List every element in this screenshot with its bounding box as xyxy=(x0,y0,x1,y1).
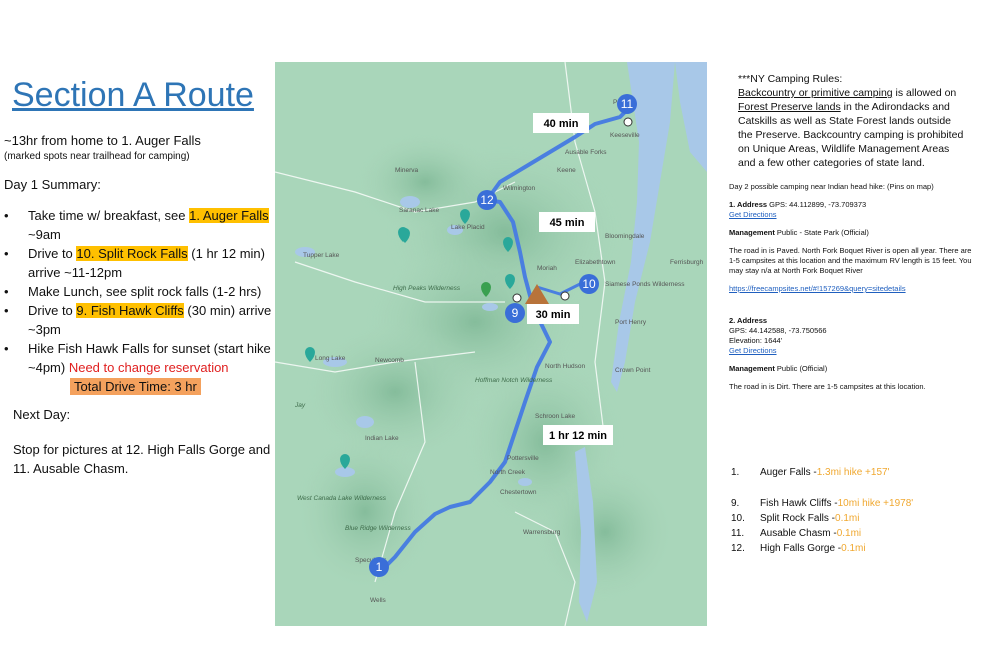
hike-item: 10. Split Rock Falls - 0.1mi xyxy=(731,513,860,524)
svg-text:Blue Ridge Wilderness: Blue Ridge Wilderness xyxy=(345,525,411,532)
svg-text:Lake Placid: Lake Placid xyxy=(451,224,485,231)
time-label-45min: 45 min xyxy=(539,212,595,232)
svg-text:Schroon Lake: Schroon Lake xyxy=(535,413,575,420)
road-info-2: The road in is Dirt. There are 1-5 camps… xyxy=(729,382,926,391)
get-directions-link-1[interactable]: Get Directions xyxy=(729,210,777,219)
camping-rules: ***NY Camping Rules: Backcountry or prim… xyxy=(738,72,968,170)
svg-text:Warrensburg: Warrensburg xyxy=(523,529,561,536)
svg-text:Keene: Keene xyxy=(557,167,576,174)
camping-note: (marked spots near trailhead for camping… xyxy=(4,151,190,162)
management-2: Management Public (Official) xyxy=(729,364,828,373)
svg-text:Saranac Lake: Saranac Lake xyxy=(399,207,439,214)
svg-text:1: 1 xyxy=(376,560,383,574)
pin-12[interactable]: 12 xyxy=(477,190,497,210)
svg-text:Hoffman Notch Wilderness: Hoffman Notch Wilderness xyxy=(475,377,553,384)
svg-text:North Hudson: North Hudson xyxy=(545,363,585,370)
svg-text:10: 10 xyxy=(582,277,596,291)
time-label-30min: 30 min xyxy=(527,304,579,324)
svg-text:West Canada Lake Wilderness: West Canada Lake Wilderness xyxy=(297,495,387,502)
forest-preserve-link[interactable]: Forest Preserve lands xyxy=(738,101,841,113)
poi-icon[interactable] xyxy=(560,291,570,301)
svg-text:Indian Lake: Indian Lake xyxy=(365,435,399,442)
next-day-text: Stop for pictures at 12. High Falls Gorg… xyxy=(13,442,271,476)
time-label-40min: 40 min xyxy=(533,113,589,133)
highlight-auger-falls: 1. Auger Falls xyxy=(189,208,269,223)
time-label-1hr12min: 1 hr 12 min xyxy=(543,425,613,445)
page-title: Section A Route xyxy=(12,76,254,114)
svg-text:Pottersville: Pottersville xyxy=(507,455,539,462)
svg-text:North Creek: North Creek xyxy=(490,469,526,476)
svg-text:Keeseville: Keeseville xyxy=(610,132,640,139)
pin-11[interactable]: 11 xyxy=(617,94,637,114)
poi-icon[interactable] xyxy=(512,293,522,303)
road-info-1: The road in is Paved. North Fork Boquet … xyxy=(729,246,972,275)
day2-camping-info: Day 2 possible camping near Indian head … xyxy=(729,182,974,400)
svg-text:Ferrisburgh: Ferrisburgh xyxy=(670,259,704,266)
poi-icon[interactable] xyxy=(623,117,633,127)
svg-text:45 min: 45 min xyxy=(550,217,585,229)
svg-text:Minerva: Minerva xyxy=(395,167,419,174)
svg-text:40 min: 40 min xyxy=(544,118,579,130)
bullet-item: Make Lunch, see split rock falls (1-2 hr… xyxy=(4,282,274,301)
summary-heading: Day 1 Summary: xyxy=(4,177,101,192)
svg-text:12: 12 xyxy=(480,193,494,207)
svg-text:Newcomb: Newcomb xyxy=(375,357,404,364)
svg-text:Ausable Forks: Ausable Forks xyxy=(565,149,607,156)
pin-1[interactable]: 1 xyxy=(369,557,389,577)
svg-text:High Peaks Wilderness: High Peaks Wilderness xyxy=(393,285,461,292)
hike-item: 1. Auger Falls - 1.3mi hike +157' xyxy=(731,467,890,478)
rules-header: ***NY Camping Rules: xyxy=(738,73,843,85)
day1-bullet-list: Take time w/ breakfast, see 1. Auger Fal… xyxy=(4,206,274,377)
bullet-item: Drive to 10. Split Rock Falls (1 hr 12 m… xyxy=(4,244,274,282)
svg-text:Moriah: Moriah xyxy=(537,265,557,272)
pin-9[interactable]: 9 xyxy=(505,303,525,323)
svg-text:Tupper Lake: Tupper Lake xyxy=(303,252,340,259)
svg-text:Jay: Jay xyxy=(294,402,306,409)
svg-text:Long Lake: Long Lake xyxy=(315,355,346,362)
address-1: 1. Address GPS: 44.112899, -73.709373 Get… xyxy=(729,200,867,219)
svg-text:Wells: Wells xyxy=(370,597,387,604)
next-day-heading: Next Day: xyxy=(13,407,71,422)
svg-text:1 hr 12 min: 1 hr 12 min xyxy=(549,430,607,442)
hike-item: 11. Ausable Chasm - 0.1mi xyxy=(731,528,862,539)
hike-item: 9. Fish Hawk Cliffs - 10mi hike +1978' xyxy=(731,498,914,509)
freecampsites-link[interactable]: https://freecampsites.net/#!157269&query… xyxy=(729,284,906,293)
svg-text:30 min: 30 min xyxy=(536,309,571,321)
svg-text:Port Henry: Port Henry xyxy=(615,319,647,326)
svg-text:Wilmington: Wilmington xyxy=(503,185,536,192)
hikes-list: 1. Auger Falls - 1.3mi hike +157' 9. Fish … xyxy=(731,465,913,556)
backcountry-link[interactable]: Backcountry or primitive camping xyxy=(738,87,893,99)
bullet-item: Take time w/ breakfast, see 1. Auger Fal… xyxy=(4,206,274,244)
svg-text:Chestertown: Chestertown xyxy=(500,489,537,496)
svg-text:Elizabethtown: Elizabethtown xyxy=(575,259,616,266)
svg-text:9: 9 xyxy=(512,306,519,320)
rules-body: Backcountry or primitive camping is allo… xyxy=(738,87,964,169)
highlight-fish-hawk-cliffs: 9. Fish Hawk Cliffs xyxy=(76,303,184,318)
bullet-item: Hike Fish Hawk Falls for sunset (start h… xyxy=(4,339,274,377)
svg-text:11: 11 xyxy=(621,97,634,111)
bullet-item: Drive to 9. Fish Hawk Cliffs (30 min) ar… xyxy=(4,301,274,339)
hike-item: 12. High Falls Gorge - 0.1mi xyxy=(731,543,866,554)
day2-heading: Day 2 possible camping near Indian head … xyxy=(729,182,934,191)
management-1: Management Public - State Park (Official… xyxy=(729,228,869,237)
route-subtitle: ~13hr from home to 1. Auger Falls xyxy=(4,133,201,148)
address-2: 2. Address GPS: 44.142588, -73.750566 Elev… xyxy=(729,316,827,355)
svg-text:Siamese Ponds Wilderness: Siamese Ponds Wilderness xyxy=(605,281,685,288)
highlight-split-rock-falls: 10. Split Rock Falls xyxy=(76,246,188,261)
svg-text:Crown Point: Crown Point xyxy=(615,367,651,374)
get-directions-link-2[interactable]: Get Directions xyxy=(729,346,777,355)
svg-text:Bloomingdale: Bloomingdale xyxy=(605,233,645,240)
total-drive-time: Total Drive Time: 3 hr xyxy=(70,378,201,395)
reservation-warning: Need to change reservation xyxy=(68,360,229,375)
pin-10[interactable]: 10 xyxy=(579,274,599,294)
route-map[interactable]: Peru Keeseville Ausable Forks Wilmington… xyxy=(275,62,707,626)
